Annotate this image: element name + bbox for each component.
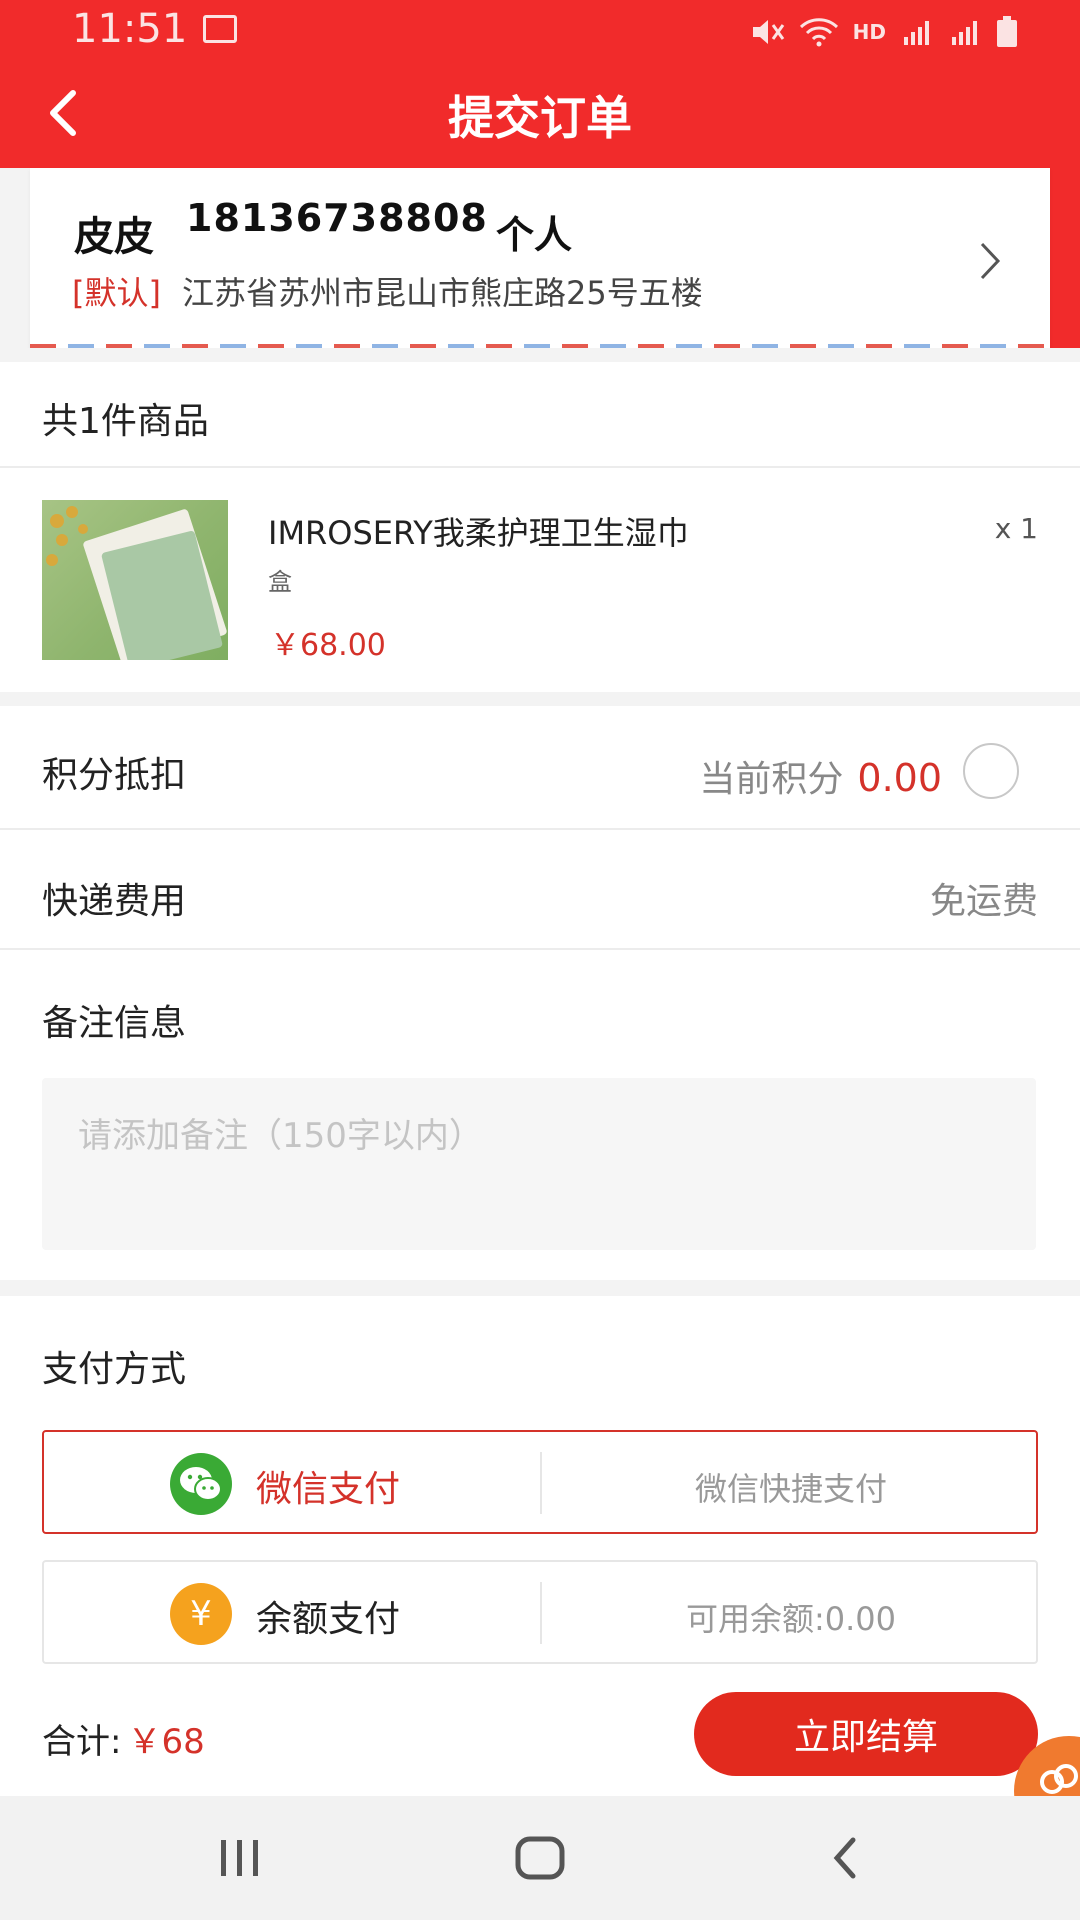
address-detail: 江苏省苏州市昆山市熊庄路25号五楼 xyxy=(182,274,703,312)
product-name[interactable]: IMROSERY我柔护理卫生湿巾 xyxy=(268,508,689,554)
address-tag: 个人 xyxy=(496,213,573,257)
recipient-name: 皮皮 xyxy=(74,214,154,260)
points-label: 积分抵扣 xyxy=(42,755,187,796)
payment-label: 支付方式 xyxy=(42,1349,187,1390)
pay-option-name: 余额支付 xyxy=(256,1599,401,1640)
checkout-button[interactable]: 立即结算 xyxy=(694,1692,1038,1776)
status-icons: HD xyxy=(751,12,1018,52)
signal-icon xyxy=(952,21,977,45)
link-icon xyxy=(1040,1764,1078,1794)
pay-option-balance[interactable]: ¥ 余额支付 可用余额:0.00 xyxy=(42,1560,1038,1664)
section-gap xyxy=(0,1280,1080,1296)
pay-option-desc: 微信快捷支付 xyxy=(694,1470,887,1508)
shipping-value: 免运费 xyxy=(929,881,1038,922)
section-gap xyxy=(0,348,1080,362)
remark-input[interactable] xyxy=(42,1078,1036,1250)
current-points-label: 当前积分 xyxy=(699,759,844,800)
total-amount: 合计: ￥68 xyxy=(42,1714,205,1763)
page-title: 提交订单 xyxy=(448,91,632,145)
section-gap xyxy=(0,692,1080,706)
mute-icon xyxy=(752,20,784,44)
divider xyxy=(540,1582,542,1644)
recipient-phone: 18136738808 xyxy=(186,196,488,240)
home-icon xyxy=(515,1836,565,1880)
product-quantity: x 1 xyxy=(994,512,1038,545)
wechat-icon xyxy=(170,1453,232,1515)
remark-label: 备注信息 xyxy=(42,1003,187,1044)
pay-option-wechat[interactable]: 微信支付 微信快捷支付 xyxy=(42,1430,1038,1534)
current-points-value: 0.00 xyxy=(857,756,942,800)
address-card[interactable]: 皮皮 18136738808 个人 [默认] 江苏省苏州市昆山市熊庄路25号五楼 xyxy=(30,168,1050,348)
product-price: ￥68.00 xyxy=(270,628,386,663)
shipping-label: 快递费用 xyxy=(42,881,187,922)
chevron-right-icon xyxy=(980,242,1001,280)
system-nav-bar xyxy=(0,1796,1080,1920)
pay-option-desc: 可用余额:0.00 xyxy=(685,1600,897,1638)
gallery-notification-icon xyxy=(203,15,237,43)
goods-count-label: 共1件商品 xyxy=(42,401,209,442)
address-card-right-edge xyxy=(1050,168,1080,348)
total-value: ￥68 xyxy=(127,1722,205,1762)
divider xyxy=(0,466,1080,468)
default-address-badge: [默认] xyxy=(72,274,161,312)
home-button[interactable] xyxy=(500,1828,580,1888)
points-toggle-radio[interactable] xyxy=(963,743,1019,799)
recent-apps-button[interactable] xyxy=(200,1828,280,1888)
current-points: 当前积分 0.00 xyxy=(699,750,942,802)
product-unit: 盒 xyxy=(268,568,292,596)
shipping-row: 快递费用 xyxy=(0,830,1080,948)
battery-icon xyxy=(997,16,1017,47)
pay-option-name: 微信支付 xyxy=(256,1469,401,1510)
recent-apps-icon xyxy=(221,1840,258,1876)
signal-4g-icon xyxy=(904,21,929,45)
divider xyxy=(540,1452,542,1514)
nav-back-icon xyxy=(833,1837,856,1879)
product-thumbnail[interactable] xyxy=(42,500,228,660)
network-type-label: HD xyxy=(852,20,886,44)
header-bar: 提交订单 xyxy=(0,60,1080,168)
status-bar: 11:51 HD xyxy=(0,0,1080,60)
yuan-icon: ¥ xyxy=(170,1583,232,1645)
total-label: 合计: xyxy=(42,1722,122,1762)
address-card-left-edge xyxy=(0,168,30,348)
status-time: 11:51 xyxy=(72,6,188,52)
wifi-icon xyxy=(799,18,838,47)
nav-back-button[interactable] xyxy=(805,1828,885,1888)
